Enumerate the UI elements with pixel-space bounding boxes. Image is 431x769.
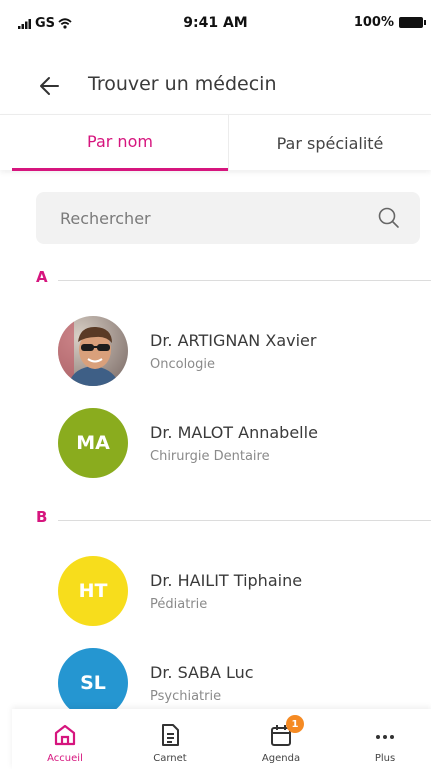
search-bar: [36, 192, 420, 244]
tab-by-specialty[interactable]: Par spécialité: [228, 115, 431, 171]
tab-bar-plus[interactable]: Plus: [340, 709, 430, 769]
section-letter: B: [36, 508, 48, 526]
tab-bar-label: Accueil: [47, 753, 83, 764]
doctor-specialty: Chirurgie Dentaire: [150, 449, 270, 464]
search-mode-tabs: Par nom Par spécialité: [0, 114, 431, 171]
tab-bar-label: Plus: [374, 753, 396, 764]
doctor-name: Dr. HAILIT Tiphaine: [150, 571, 303, 590]
notification-badge: 1: [286, 715, 304, 733]
battery-percent: 100%: [353, 15, 394, 30]
bottom-tab-bar: Accueil Carnet 1 Agenda Plus: [12, 709, 431, 769]
doctor-name: Dr. MALOT Annabelle: [150, 423, 318, 442]
page-header: Trouver un médecin: [0, 60, 431, 110]
doctor-specialty: Oncologie: [150, 357, 215, 372]
battery-indicator: 100%: [353, 15, 426, 30]
tab-bar-accueil[interactable]: Accueil: [20, 709, 110, 769]
doctor-specialty: Psychiatrie: [150, 689, 222, 704]
avatar-initials: HT: [58, 556, 128, 626]
tab-by-name[interactable]: Par nom: [12, 115, 228, 171]
avatar-initials: MA: [58, 408, 128, 478]
doctor-row-hailit[interactable]: HT Dr. HAILIT Tiphaine Pédiatrie: [0, 556, 431, 636]
tab-bar-carnet[interactable]: Carnet: [125, 709, 215, 769]
doctor-row-artignan[interactable]: Dr. ARTIGNAN Xavier Oncologie: [0, 316, 431, 396]
doctor-row-malot[interactable]: MA Dr. MALOT Annabelle Chirurgie Dentair…: [0, 408, 431, 488]
tab-bar-agenda[interactable]: 1 Agenda: [236, 709, 326, 769]
status-bar: GS 9:41 AM 100%: [0, 0, 431, 40]
section-divider: [58, 520, 431, 521]
doctor-name: Dr. ARTIGNAN Xavier: [150, 331, 317, 350]
arrow-left-icon[interactable]: [36, 72, 64, 100]
doctor-specialty: Pédiatrie: [150, 597, 208, 612]
document-icon: [162, 724, 179, 746]
search-input[interactable]: [60, 192, 360, 244]
home-icon: [54, 724, 76, 746]
section-letter: A: [36, 268, 48, 286]
section-header-b: B: [36, 508, 431, 528]
doctor-name: Dr. SABA Luc: [150, 663, 254, 682]
page-title: Trouver un médecin: [88, 73, 277, 95]
section-header-a: A: [36, 268, 431, 288]
search-icon[interactable]: [376, 205, 402, 231]
avatar-photo: [58, 316, 128, 386]
tab-bar-label: Agenda: [261, 753, 301, 764]
battery-icon: [399, 17, 426, 28]
tab-bar-label: Carnet: [153, 753, 187, 764]
avatar-initials: SL: [58, 648, 128, 718]
section-divider: [58, 280, 431, 281]
more-icon: [376, 735, 394, 739]
avatar-photo-image: [58, 316, 128, 386]
